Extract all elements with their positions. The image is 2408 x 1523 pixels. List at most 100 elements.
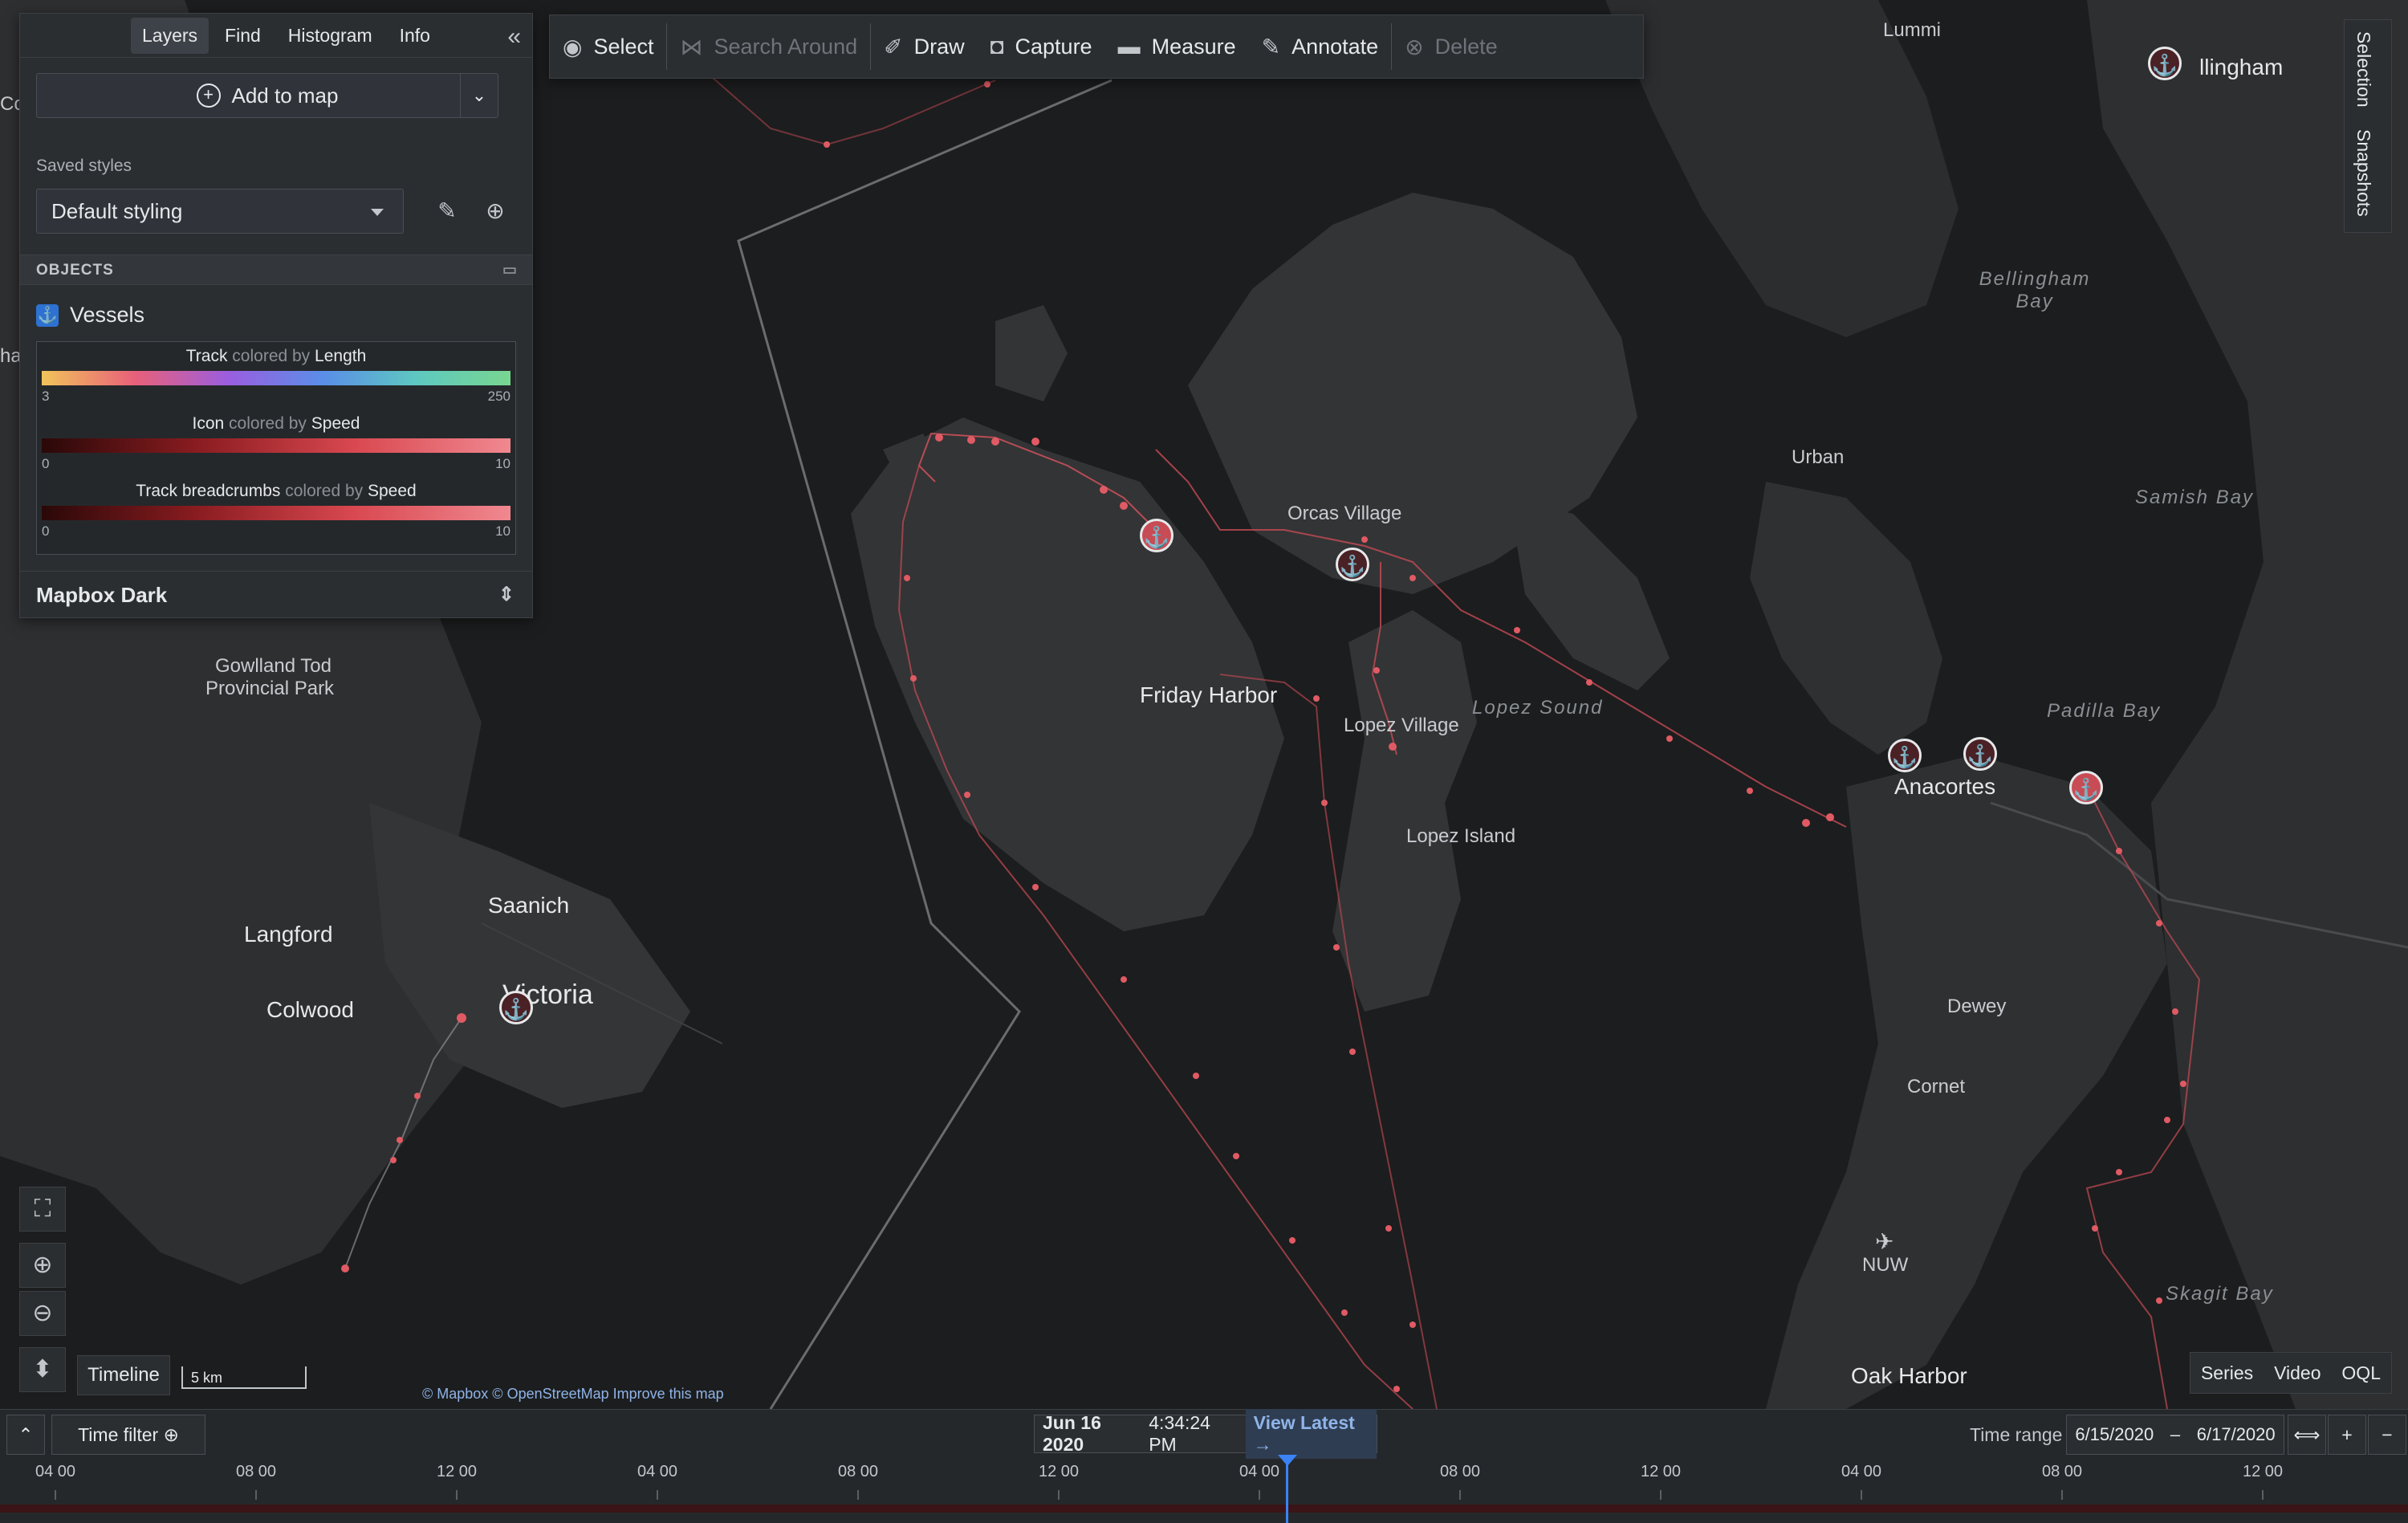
- tab-selection[interactable]: Selection: [2353, 31, 2374, 108]
- capture-button[interactable]: ◘ Capture: [978, 15, 1105, 78]
- timeline-tick-mark: [1459, 1490, 1461, 1500]
- basemap-select[interactable]: Mapbox Dark ⇕: [20, 571, 532, 617]
- vessel-anchor-icon[interactable]: ⚓: [1140, 519, 1173, 552]
- draw-button[interactable]: ✐ Draw: [871, 15, 977, 78]
- legend-title-dim: colored by: [229, 414, 307, 433]
- add-to-map-label: Add to map: [231, 83, 339, 108]
- expand-up-icon[interactable]: ⌃: [6, 1415, 45, 1455]
- map-label-cornet: Cornet: [1907, 1076, 1966, 1097]
- timeline-tick-label: 04 00: [35, 1463, 76, 1480]
- map-label-dewey: Dewey: [1947, 996, 2007, 1017]
- vessel-anchor-icon[interactable]: ⚓: [1888, 739, 1922, 772]
- map-label-anacortes: Anacortes: [1894, 774, 1996, 799]
- add-to-map-button[interactable]: + Add to map ⌄: [36, 73, 498, 118]
- vessel-anchor-icon[interactable]: ⚓: [1336, 548, 1369, 581]
- zoom-out-minus-icon[interactable]: −: [2368, 1415, 2406, 1455]
- add-circle-icon: ⊕: [163, 1424, 179, 1445]
- timeline-tick-mark: [456, 1490, 458, 1500]
- time-range-label: Time range: [1970, 1424, 2063, 1445]
- legend-title-b: Length: [315, 347, 367, 365]
- map-label-lummi: Lummi: [1883, 19, 1942, 41]
- saved-style-select[interactable]: Default styling: [36, 189, 404, 234]
- plus-circle-icon: +: [196, 83, 221, 108]
- tab-oql[interactable]: OQL: [2341, 1362, 2381, 1384]
- legend-min: 0: [42, 456, 50, 471]
- caret-down-icon: [371, 209, 384, 216]
- current-time-box: Jun 16 2020 4:34:24 PM View Latest →: [1034, 1409, 1377, 1459]
- measure-button[interactable]: ▬ Measure: [1105, 15, 1249, 78]
- legend-max: 10: [495, 456, 510, 471]
- timeline-tick-mark: [55, 1490, 56, 1500]
- range-end: 6/17/2020: [2196, 1424, 2276, 1444]
- time-filter-button[interactable]: Time filter ⊕: [51, 1415, 205, 1455]
- tab-histogram[interactable]: Histogram: [277, 18, 384, 54]
- timeline-bar: ⌃ Time filter ⊕ Jun 16 2020 4:34:24 PM V…: [0, 1409, 2408, 1523]
- tab-video[interactable]: Video: [2274, 1362, 2321, 1384]
- map-label-gowlland: Gowlland Tod: [215, 655, 332, 677]
- map-attribution[interactable]: © Mapbox © OpenStreetMap Improve this ma…: [422, 1386, 724, 1403]
- vessel-anchor-icon[interactable]: ⚓: [499, 991, 533, 1024]
- compass-icon[interactable]: ⬍: [19, 1347, 66, 1392]
- delete-label: Delete: [1434, 34, 1498, 59]
- timeline-tick-label: 12 00: [437, 1463, 478, 1480]
- tab-info[interactable]: Info: [388, 18, 441, 54]
- ruler-icon: ▬: [1117, 34, 1141, 59]
- timeline-button[interactable]: Timeline: [77, 1355, 170, 1395]
- edit-pencil-icon[interactable]: ✎: [431, 195, 463, 227]
- time-range-input[interactable]: 6/15/2020 – 6/17/2020: [2066, 1415, 2284, 1455]
- timeline-cursor-handle[interactable]: [1278, 1455, 1297, 1466]
- collapse-panel-icon[interactable]: «: [507, 23, 521, 51]
- time-filter-label: Time filter: [78, 1424, 159, 1445]
- current-time: 4:34:24 PM: [1149, 1412, 1210, 1455]
- annotate-button[interactable]: ✎ Annotate: [1249, 15, 1392, 78]
- timeline-track[interactable]: [0, 1505, 2408, 1513]
- timeline-tick-mark: [1861, 1490, 1862, 1500]
- legend-title-dim: colored by: [285, 482, 364, 500]
- zoom-out-icon[interactable]: ⊖: [19, 1291, 66, 1336]
- timeline-tick-label: 04 00: [1239, 1463, 1280, 1480]
- map-label-urban: Urban: [1792, 446, 1845, 468]
- tab-layers[interactable]: Layers: [131, 17, 209, 54]
- map-label-skagit-bay: Skagit Bay: [2166, 1283, 2274, 1305]
- legend-max: 250: [487, 389, 510, 404]
- vessel-anchor-icon[interactable]: ⚓: [2148, 47, 2182, 80]
- draw-label: Draw: [913, 34, 965, 59]
- delete-button[interactable]: ⊗ Delete: [1392, 15, 1511, 78]
- measure-label: Measure: [1151, 34, 1236, 59]
- map-scale: 5 km: [181, 1366, 307, 1389]
- legend-title-b: Speed: [367, 482, 417, 500]
- view-latest-button[interactable]: View Latest →: [1245, 1409, 1377, 1459]
- legend-title-b: Speed: [311, 414, 360, 433]
- saved-style-value: Default styling: [51, 198, 183, 223]
- chevron-down-icon[interactable]: ⌄: [460, 74, 498, 117]
- tab-find[interactable]: Find: [214, 18, 272, 54]
- legend-gradient-bar: [42, 371, 510, 385]
- folder-icon[interactable]: ▭: [502, 255, 518, 286]
- saved-styles-label: Saved styles: [36, 157, 132, 175]
- legend-title-a: Icon: [192, 414, 225, 433]
- fit-bounds-icon[interactable]: ⛶: [19, 1187, 66, 1232]
- map-label-friday-harbor: Friday Harbor: [1140, 682, 1278, 707]
- tab-snapshots[interactable]: Snapshots: [2353, 129, 2374, 217]
- timeline-tick-mark: [2262, 1490, 2264, 1500]
- timeline-tick-mark: [657, 1490, 658, 1500]
- map-label-bellingham-bay: Bellingham Bay: [1979, 268, 2091, 312]
- zoom-in-plus-icon[interactable]: +: [2328, 1415, 2366, 1455]
- layer-vessels[interactable]: ⚓ Vessels: [36, 303, 144, 328]
- timeline-tick-label: 08 00: [1440, 1463, 1481, 1480]
- map-label-padilla-bay: Padilla Bay: [2047, 700, 2162, 722]
- select-button[interactable]: ◉ Select: [550, 15, 666, 78]
- legend-min: 0: [42, 523, 50, 539]
- add-circle-icon[interactable]: ⊕: [479, 195, 511, 227]
- zoom-in-icon[interactable]: ⊕: [19, 1243, 66, 1288]
- legend-icon-speed: Icon colored by Speed 0 10: [37, 409, 515, 477]
- fit-range-icon[interactable]: ⟺: [2288, 1415, 2326, 1455]
- search-around-button[interactable]: ⋈ Search Around: [667, 15, 870, 78]
- vessel-anchor-icon[interactable]: ⚓: [1963, 737, 1997, 771]
- vessel-anchor-icon[interactable]: ⚓: [2069, 771, 2103, 804]
- legend-track-length: Track colored by Length 3 250: [37, 342, 515, 409]
- map-label-samish-bay: Samish Bay: [2135, 487, 2255, 508]
- delete-circle-icon: ⊗: [1405, 34, 1424, 59]
- legend-title-dim: colored by: [232, 347, 311, 365]
- tab-series[interactable]: Series: [2201, 1362, 2253, 1384]
